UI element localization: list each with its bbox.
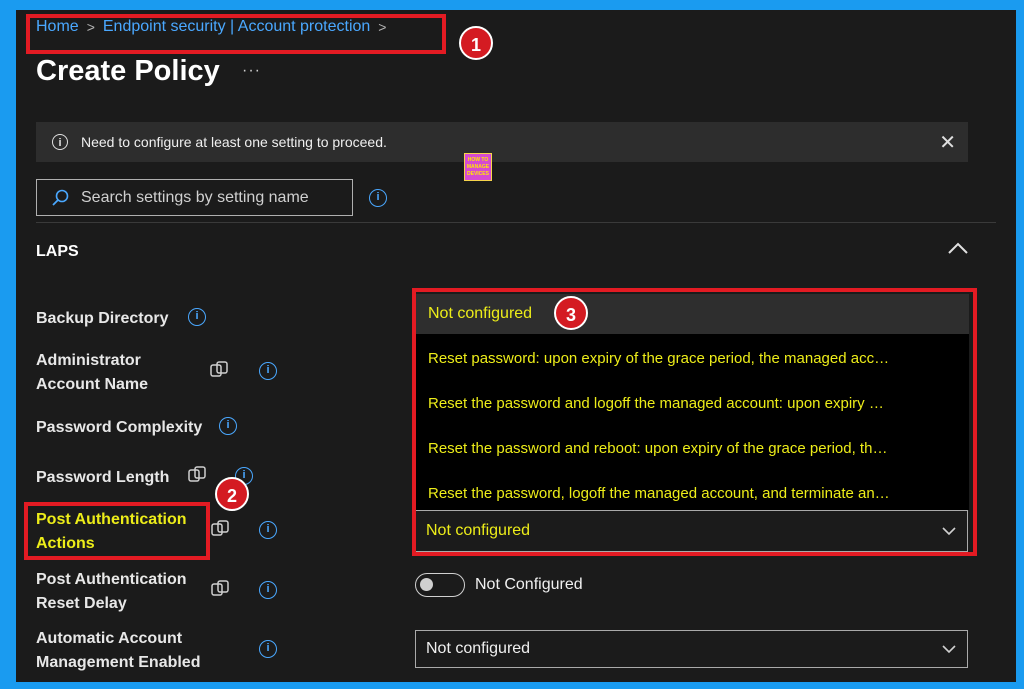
setting-label-password-length: Password Length bbox=[36, 469, 170, 486]
setting-label-post-auth-reset-delay: Post Authentication Reset Delay bbox=[36, 571, 187, 612]
banner-message: Need to configure at least one setting t… bbox=[81, 134, 387, 150]
step-badge: 2 bbox=[215, 477, 249, 511]
auto-account-mgmt-dropdown[interactable]: Not configured bbox=[415, 630, 968, 668]
policy-panel: Home > Endpoint security | Account prote… bbox=[16, 10, 1016, 682]
copy-icon bbox=[210, 361, 228, 377]
search-input[interactable] bbox=[79, 187, 343, 208]
dropdown-value: Not configured bbox=[426, 640, 531, 657]
info-icon[interactable]: i bbox=[219, 417, 237, 435]
chevron-down-icon bbox=[942, 645, 956, 654]
page-title: Create Policy bbox=[36, 55, 220, 87]
info-icon[interactable]: i bbox=[259, 362, 277, 380]
section-title: LAPS bbox=[36, 243, 79, 260]
copy-icon bbox=[211, 580, 229, 596]
info-icon[interactable]: i bbox=[259, 640, 277, 658]
chevron-up-icon[interactable] bbox=[946, 240, 970, 256]
step-badge: 3 bbox=[554, 296, 588, 330]
callout-box-breadcrumb bbox=[26, 14, 446, 54]
callout-box-setting bbox=[24, 502, 210, 560]
watermark-logo: HOW TO MANAGE DEVICES bbox=[464, 153, 492, 181]
setting-label-backup-directory: Backup Directory bbox=[36, 310, 169, 327]
setting-label-password-complexity: Password Complexity bbox=[36, 419, 203, 436]
info-icon[interactable]: i bbox=[369, 189, 387, 207]
setting-label-auto-account-mgmt: Automatic Account Management Enabled bbox=[36, 630, 201, 671]
info-icon[interactable]: i bbox=[259, 521, 277, 539]
close-icon[interactable]: ✕ bbox=[939, 130, 956, 155]
info-banner: i Need to configure at least one setting… bbox=[36, 122, 968, 162]
step-badge: 1 bbox=[459, 26, 493, 60]
callout-box-dropdown bbox=[412, 288, 977, 556]
setting-label-admin-account-name: Administrator Account Name bbox=[36, 352, 149, 393]
info-icon[interactable]: i bbox=[259, 581, 277, 599]
info-icon: i bbox=[52, 134, 68, 150]
search-box bbox=[36, 179, 353, 216]
more-options-button[interactable]: ··· bbox=[242, 62, 261, 80]
search-icon bbox=[52, 189, 69, 206]
reset-delay-toggle[interactable] bbox=[415, 573, 465, 597]
toggle-knob bbox=[420, 578, 433, 591]
copy-icon bbox=[211, 520, 229, 536]
info-icon[interactable]: i bbox=[188, 308, 206, 326]
copy-icon bbox=[188, 466, 206, 482]
toggle-label: Not Configured bbox=[475, 576, 583, 593]
section-divider bbox=[36, 222, 996, 223]
